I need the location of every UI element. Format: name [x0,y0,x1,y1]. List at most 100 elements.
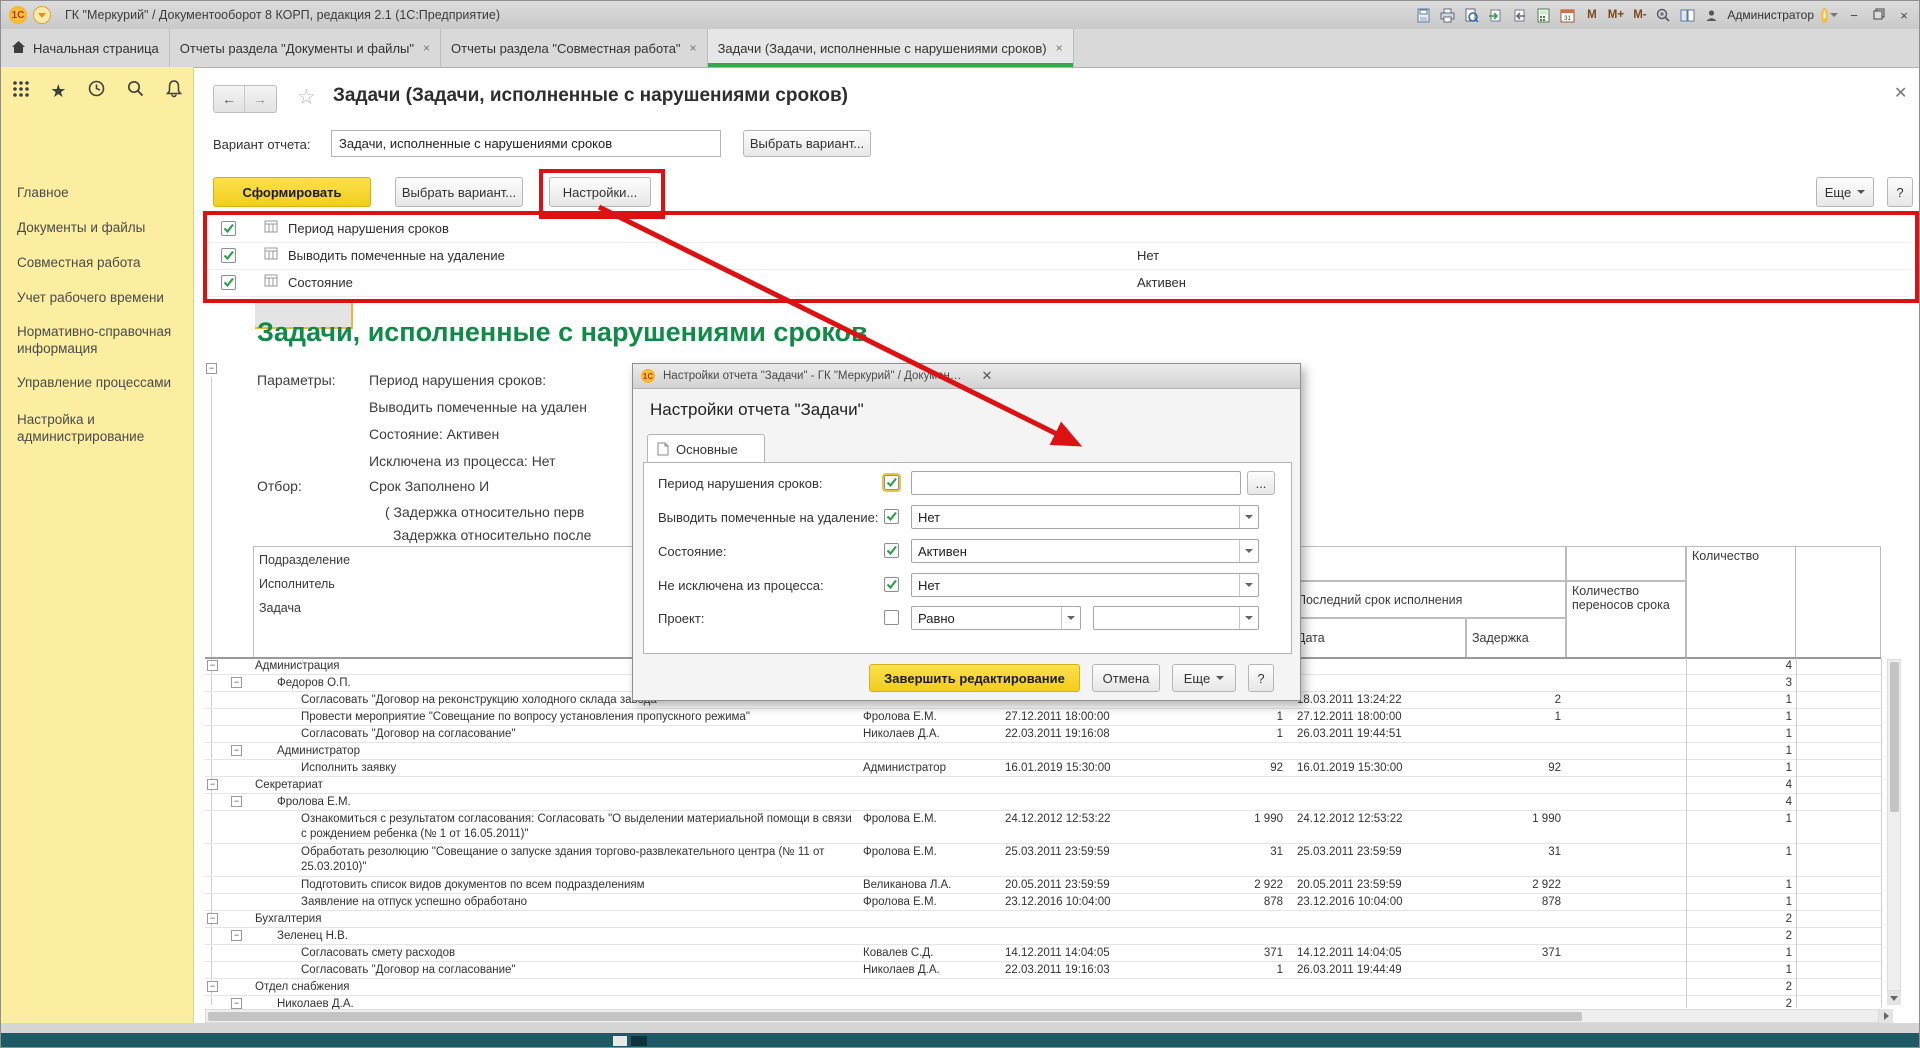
cell-date1[interactable]: 22.03.2011 19:16:08 [1005,727,1165,742]
cell-date2[interactable]: 20.05.2011 23:59:59 [1297,878,1465,893]
dialog-field-label[interactable]: Период нарушения сроков: [658,476,823,491]
generate-button[interactable]: Сформировать [213,177,371,207]
cell-date1[interactable]: 16.01.2019 15:30:00 [1005,761,1165,776]
group-expander[interactable]: − [207,913,218,924]
back-button[interactable]: ← [214,86,245,112]
cell-date1[interactable]: 25.03.2011 23:59:59 [1005,845,1165,860]
dropdown-field[interactable]: Активен [911,539,1259,563]
project-dropdown[interactable] [1093,606,1259,630]
settings-button[interactable]: Настройки... [549,177,651,207]
checkbox[interactable] [221,221,236,236]
dropdown-value[interactable]: Активен [912,544,1239,559]
group-expander[interactable]: − [231,745,242,756]
chevron-down-icon[interactable] [1239,607,1258,629]
filter-line[interactable]: Срок Заполнено И [369,478,489,494]
cell-count[interactable]: 4 [1688,795,1792,810]
cell-delay2[interactable]: 31 [1463,845,1561,860]
more-button[interactable]: Еще [1816,177,1874,207]
choose-variant-button-top[interactable]: Выбрать вариант... [743,130,871,157]
checkbox[interactable] [884,577,899,592]
tab-1[interactable]: Начальная страница [1,29,170,67]
cell-delay1[interactable]: 371 [1163,946,1283,961]
cancel-button[interactable]: Отмена [1092,664,1160,692]
table-row[interactable]: Ознакомиться с результатом согласования:… [205,811,1881,844]
sidebar-item-6[interactable]: Управление процессами [17,374,179,391]
tab-close-icon[interactable]: × [1056,41,1063,55]
param-line[interactable]: Период нарушения сроков: [369,372,546,388]
calendar-grid-icon[interactable] [264,246,278,265]
group-expander[interactable]: − [207,660,218,671]
print-preview-icon[interactable] [1463,7,1480,24]
cell-date2[interactable]: 14.12.2011 14:04:05 [1297,946,1465,961]
calendar-grid-icon[interactable] [264,219,278,238]
table-row[interactable]: −Зеленец Н.В. 2 [205,928,1881,945]
table-row[interactable]: Исполнить заявкуАдминистратор16.01.2019 … [205,760,1881,777]
group-expander[interactable]: − [231,930,242,941]
cell-delay1[interactable]: 1 [1163,710,1283,725]
choose-variant-button[interactable]: Выбрать вариант... [395,177,523,207]
forward-button[interactable]: → [245,86,275,112]
checkbox[interactable] [884,610,899,625]
sidebar-item-1[interactable]: Главное [17,184,179,201]
dropdown-field[interactable]: Нет [911,505,1259,529]
cell-exec[interactable]: Николаев Д.А. [863,963,999,978]
calendar-grid-icon[interactable] [264,273,278,292]
cell-task[interactable]: Зеленец Н.В. [253,929,859,944]
quick-setting-label[interactable]: Состояние [288,275,353,290]
cell-count[interactable]: 1 [1688,878,1792,893]
cell-count[interactable]: 1 [1688,761,1792,776]
cell-date2[interactable]: 27.12.2011 18:00:00 [1297,710,1465,725]
tab-2[interactable]: Отчеты раздела "Документы и файлы"× [170,29,441,67]
cell-count[interactable]: 1 [1688,946,1792,961]
chevron-down-icon[interactable] [1061,607,1080,629]
comparison-dropdown[interactable]: Равно [911,606,1081,630]
table-row[interactable]: −Отдел снабжения2 [205,979,1881,996]
cell-count[interactable]: 2 [1688,912,1792,927]
dropdown-value[interactable]: Нет [912,510,1239,525]
cell-exec[interactable]: Великанова Л.А. [863,878,999,893]
table-row[interactable]: Заявление на отпуск успешно обработаноФр… [205,894,1881,911]
group-expander[interactable]: − [207,779,218,790]
cell-count[interactable]: 1 [1688,963,1792,978]
dialog-field-label[interactable]: Выводить помеченные на удаление: [658,510,878,525]
cell-count[interactable]: 4 [1688,778,1792,793]
send-icon[interactable] [1487,7,1504,24]
group-expander[interactable]: − [231,677,242,688]
dropdown-value[interactable]: Нет [912,578,1239,593]
dropdown-value[interactable]: Равно [912,611,1061,626]
cell-count[interactable]: 2 [1688,929,1792,944]
table-row[interactable]: −Фролова Е.М.4 [205,794,1881,811]
cell-delay2[interactable]: 371 [1463,946,1561,961]
cell-task[interactable]: Отдел снабжения [253,980,859,995]
cell-delay1[interactable]: 92 [1163,761,1283,776]
group-expander[interactable]: − [231,796,242,807]
save-icon[interactable] [1415,7,1432,24]
cell-exec[interactable]: Николаев Д.А. [863,727,999,742]
cell-date2[interactable]: 24.12.2012 12:53:22 [1297,812,1465,827]
table-row[interactable]: Подготовить список видов документов по в… [205,877,1881,894]
tab-label[interactable]: Начальная страница [33,41,159,56]
ellipsis-button[interactable]: ... [1247,471,1275,495]
table-vertical-scrollbar[interactable] [1887,659,1901,991]
info-icon[interactable]: i [1821,7,1838,24]
help-button[interactable]: ? [1887,177,1913,207]
cell-date1[interactable]: 20.05.2011 23:59:59 [1005,878,1165,893]
cell-delay1[interactable]: 2 922 [1163,878,1283,893]
cell-count[interactable]: 2 [1688,980,1792,995]
search-icon[interactable] [126,79,145,103]
memory-m-plus-button[interactable]: M+ [1607,7,1624,24]
cell-date1[interactable]: 24.12.2012 12:53:22 [1005,812,1165,827]
cell-count[interactable]: 1 [1688,744,1792,759]
cell-count[interactable]: 3 [1688,676,1792,691]
table-row[interactable]: −Администратор1 [205,743,1881,760]
table-row[interactable]: Обработать резолюцию "Совещание о запуск… [205,844,1881,877]
print-icon[interactable] [1439,7,1456,24]
dialog-field-label[interactable]: Состояние: [658,544,726,559]
cell-delay2[interactable]: 1 990 [1463,812,1561,827]
cell-delay1[interactable]: 31 [1163,845,1283,860]
quick-setting-label[interactable]: Период нарушения сроков [288,221,449,236]
finish-editing-button[interactable]: Завершить редактирование [869,664,1080,692]
checkbox[interactable] [221,275,236,290]
checkbox[interactable] [884,543,899,558]
cell-task[interactable]: Провести мероприятие "Совещание по вопро… [253,710,859,725]
